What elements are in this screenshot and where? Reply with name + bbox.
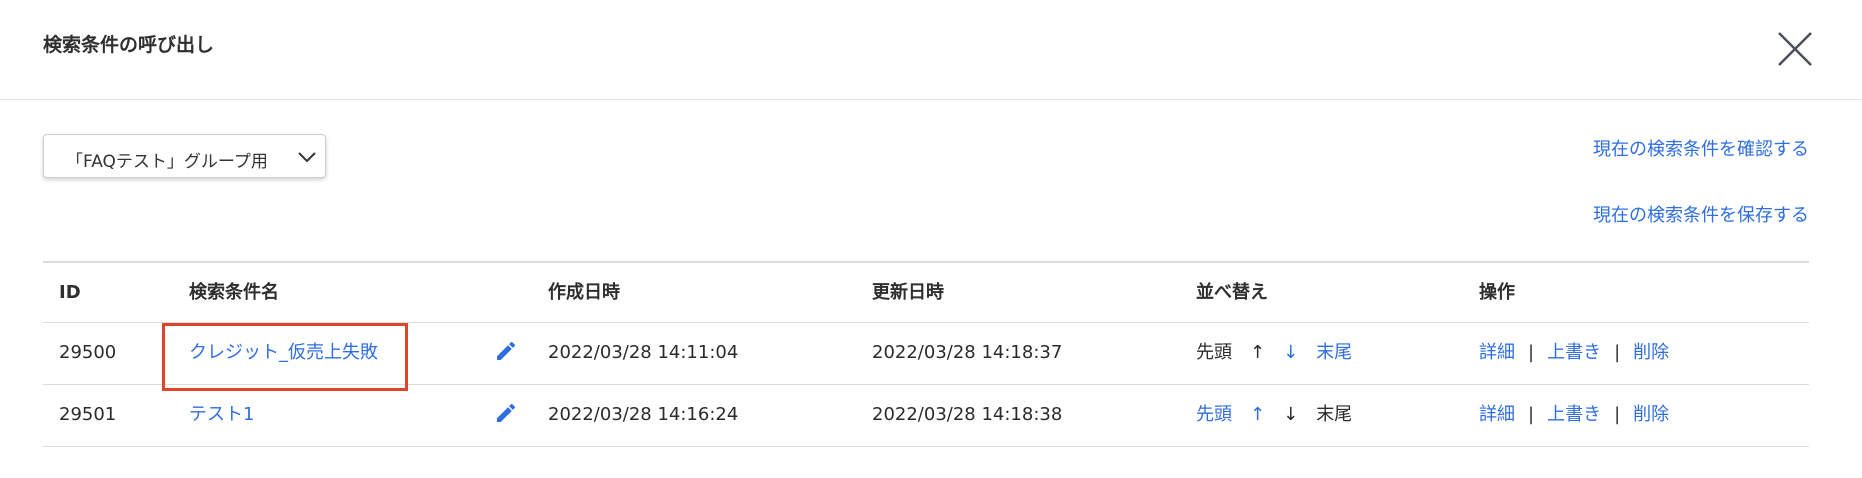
sort-bottom-link[interactable]: 末尾 [1316, 342, 1352, 363]
separator: | [1528, 342, 1535, 363]
row-id: 29500 [59, 342, 117, 363]
sort-bottom-label: 末尾 [1316, 404, 1353, 425]
sort-up-icon: ↑ [1250, 342, 1266, 363]
detail-link[interactable]: 詳細 [1479, 342, 1515, 363]
row-created: 2022/03/28 14:16:24 [548, 404, 739, 425]
row-sort-controls: 先頭 ↑ ↓ 末尾 [1196, 385, 1352, 445]
condition-name-link[interactable]: テスト1 [189, 385, 254, 445]
header-sort: 並べ替え [1196, 282, 1268, 303]
table-row: 29501 テスト1 2022/03/28 14:16:24 2022/03/2… [43, 385, 1809, 447]
sort-down-link[interactable]: ↓ [1283, 342, 1298, 363]
row-operations: 詳細 | 上書き | 削除 [1479, 323, 1669, 383]
sort-down-icon: ↓ [1283, 404, 1299, 425]
sort-top-label: 先頭 [1196, 342, 1232, 363]
separator: | [1614, 404, 1621, 425]
detail-link[interactable]: 詳細 [1479, 404, 1515, 425]
condition-name-link[interactable]: クレジット_仮売上失敗 [189, 323, 378, 383]
overwrite-link[interactable]: 上書き [1547, 404, 1601, 425]
pencil-icon[interactable] [494, 401, 518, 425]
overwrite-link[interactable]: 上書き [1547, 342, 1601, 363]
row-sort-controls: 先頭 ↑ ↓ 末尾 [1196, 323, 1352, 383]
search-conditions-table: ID 検索条件名 作成日時 更新日時 並べ替え 操作 29500 クレジット_仮… [43, 261, 1809, 447]
save-current-conditions-link[interactable]: 現在の検索条件を保存する [1593, 201, 1809, 227]
pencil-icon[interactable] [494, 339, 518, 363]
delete-link[interactable]: 削除 [1633, 404, 1669, 425]
group-select[interactable]: 「FAQテスト」グループ用 [43, 134, 326, 178]
sort-top-link[interactable]: 先頭 [1196, 404, 1232, 425]
delete-link[interactable]: 削除 [1633, 342, 1669, 363]
header-operations: 操作 [1479, 282, 1515, 303]
row-id: 29501 [59, 404, 117, 425]
row-created: 2022/03/28 14:11:04 [548, 342, 739, 363]
header-name: 検索条件名 [189, 282, 279, 303]
header-id: ID [59, 282, 81, 303]
group-select-value: 「FAQテスト」グループ用 [66, 152, 268, 172]
chevron-down-icon [296, 146, 318, 168]
search-condition-dialog: 検索条件の呼び出し 「FAQテスト」グループ用 現在の検索条件を確認する 現在の… [0, 0, 1862, 478]
dialog-header: 検索条件の呼び出し [0, 0, 1862, 100]
close-icon[interactable] [1776, 30, 1814, 68]
sort-up-link[interactable]: ↑ [1250, 404, 1265, 425]
row-updated: 2022/03/28 14:18:38 [872, 404, 1063, 425]
dialog-title: 検索条件の呼び出し [43, 34, 215, 56]
header-created: 作成日時 [548, 282, 620, 303]
table-row: 29500 クレジット_仮売上失敗 2022/03/28 14:11:04 20… [43, 323, 1809, 385]
row-updated: 2022/03/28 14:18:37 [872, 342, 1063, 363]
separator: | [1614, 342, 1621, 363]
separator: | [1528, 404, 1535, 425]
confirm-current-conditions-link[interactable]: 現在の検索条件を確認する [1593, 135, 1809, 161]
header-updated: 更新日時 [872, 282, 944, 303]
table-header-row: ID 検索条件名 作成日時 更新日時 並べ替え 操作 [43, 261, 1809, 323]
row-operations: 詳細 | 上書き | 削除 [1479, 385, 1669, 445]
